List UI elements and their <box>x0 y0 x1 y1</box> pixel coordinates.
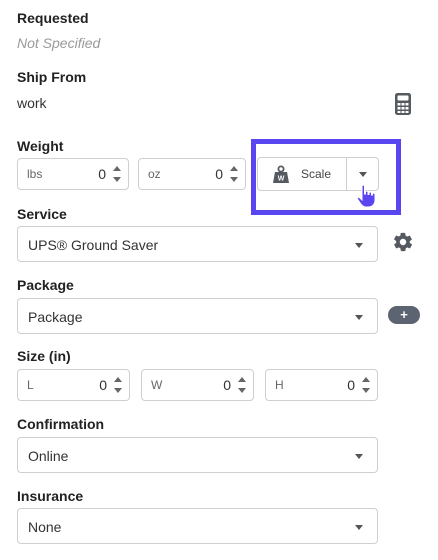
weight-lbs-field[interactable]: lbs 0 <box>17 158 129 190</box>
lbs-unit-label: lbs <box>27 167 43 181</box>
lbs-stepper-arrows[interactable] <box>112 165 122 185</box>
package-select[interactable]: Package <box>17 298 378 334</box>
chevron-down-icon <box>355 525 363 530</box>
size-height-field[interactable]: H 0 <box>265 369 378 401</box>
weight-oz-field[interactable]: oz 0 <box>138 158 246 190</box>
chevron-down-icon <box>355 243 363 248</box>
confirmation-select[interactable]: Online <box>17 437 378 473</box>
height-unit-label: H <box>275 378 284 392</box>
requested-label: Requested <box>17 10 89 26</box>
weight-label: Weight <box>17 138 64 154</box>
add-package-button[interactable]: + <box>388 306 420 324</box>
service-label: Service <box>17 206 67 222</box>
hand-cursor-icon <box>356 184 378 213</box>
highlight-box <box>251 139 401 215</box>
package-label: Package <box>17 277 74 293</box>
calculator-icon[interactable] <box>395 93 411 120</box>
oz-unit-label: oz <box>148 167 161 181</box>
oz-value: 0 <box>215 166 223 182</box>
oz-stepper-arrows[interactable] <box>229 165 239 185</box>
chevron-down-icon <box>355 454 363 459</box>
plus-icon: + <box>400 307 408 322</box>
insurance-selected-value: None <box>28 519 62 535</box>
insurance-select[interactable]: None <box>17 508 378 544</box>
service-selected-value: UPS® Ground Saver <box>28 237 159 253</box>
requested-value: Not Specified <box>17 35 101 51</box>
size-length-field[interactable]: L 0 <box>17 369 130 401</box>
length-value: 0 <box>99 377 107 393</box>
ship-from-label: Ship From <box>17 69 87 85</box>
confirmation-selected-value: Online <box>28 448 69 464</box>
width-stepper-arrows[interactable] <box>237 376 247 396</box>
lbs-value: 0 <box>98 166 106 182</box>
chevron-down-icon <box>355 315 363 320</box>
size-label: Size (in) <box>17 348 71 364</box>
ship-from-value: work <box>17 95 47 111</box>
size-width-field[interactable]: W 0 <box>141 369 254 401</box>
gear-icon[interactable] <box>392 231 414 258</box>
height-value: 0 <box>347 377 355 393</box>
service-select[interactable]: UPS® Ground Saver <box>17 226 378 262</box>
height-stepper-arrows[interactable] <box>361 376 371 396</box>
width-unit-label: W <box>151 378 163 392</box>
insurance-label: Insurance <box>17 488 84 504</box>
package-selected-value: Package <box>28 309 83 325</box>
confirmation-label: Confirmation <box>17 416 105 432</box>
length-unit-label: L <box>27 378 34 392</box>
length-stepper-arrows[interactable] <box>113 376 123 396</box>
width-value: 0 <box>223 377 231 393</box>
